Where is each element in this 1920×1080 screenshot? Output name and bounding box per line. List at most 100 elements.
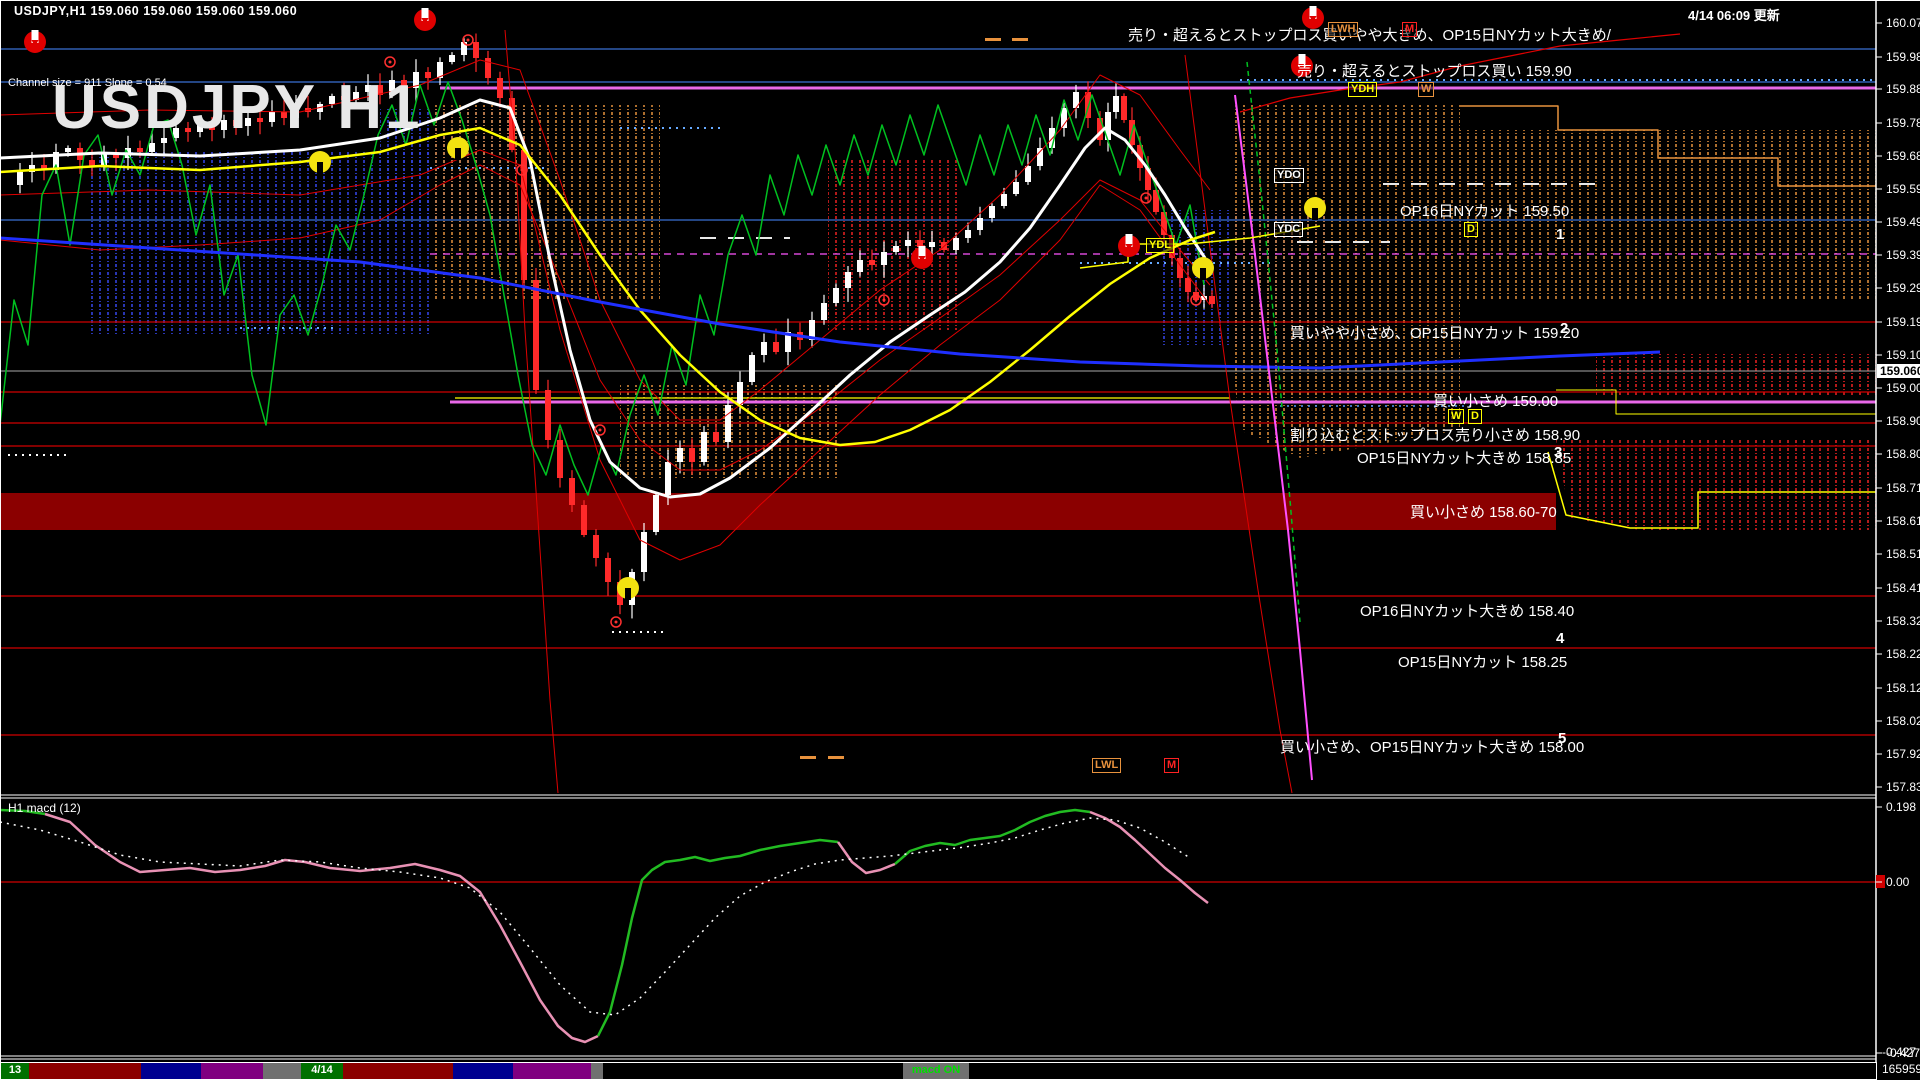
candle-bear	[1209, 296, 1215, 304]
candle-bear	[89, 160, 95, 166]
axis-tick-label: 159.295	[1886, 282, 1920, 294]
candle-bull	[845, 272, 851, 288]
candle-bull	[857, 260, 863, 272]
axis-tick-label: 160.075	[1886, 17, 1920, 29]
axis-tick-label: 159.490	[1886, 216, 1920, 228]
price-level-annotation: 買いやや小さめ、OP15日NYカット 159.20	[1290, 322, 1579, 343]
cloud-orange	[1230, 105, 1460, 458]
candle-bear	[917, 240, 923, 247]
axis-tick-label: 158.220	[1886, 648, 1920, 660]
axis-tick-label: 158.515	[1886, 548, 1920, 560]
axis-tick-label: 159.395	[1886, 249, 1920, 261]
candle-bull	[1037, 148, 1043, 166]
entry-ring-icon	[595, 425, 605, 435]
candle-bull	[725, 405, 731, 442]
candle-bear	[425, 72, 431, 78]
price-level-annotation: 買い小さめ 159.00	[1433, 390, 1558, 411]
macd-panel	[0, 810, 1208, 1042]
axis-tick-label: 158.415	[1886, 582, 1920, 594]
main-chart-canvas[interactable]	[0, 0, 1920, 1080]
level-tag-m: M	[1402, 22, 1417, 37]
level-tag-d: D	[1464, 222, 1478, 237]
strip-segment	[513, 1063, 591, 1079]
level-tag-ydh: YDH	[1348, 82, 1377, 97]
candle-bear	[605, 558, 611, 582]
price-zone-band	[0, 493, 1556, 530]
candle-bull	[833, 288, 839, 303]
level-tag-lwl: LWL	[1092, 758, 1121, 773]
trading-chart-window: USDJPY,H1 159.060 159.060 159.060 159.06…	[0, 0, 1920, 1080]
waypoint-number: 3	[1554, 444, 1562, 461]
macd-line-segment	[598, 840, 838, 1036]
candle-bear	[137, 148, 143, 152]
chart-watermark: USDJPY H1	[52, 72, 422, 143]
macd-line-segment	[1090, 812, 1208, 903]
sell-arrow-icon	[24, 30, 46, 53]
macd-line-segment	[45, 814, 598, 1042]
axis-tick-label: 158.125	[1886, 682, 1920, 694]
cloud-orange	[430, 105, 660, 300]
strip-segment	[453, 1063, 513, 1079]
candle-bear	[593, 535, 599, 558]
candle-bear	[545, 390, 551, 440]
axis-tick-label: 158.320	[1886, 615, 1920, 627]
candle-bull	[761, 342, 767, 355]
orange-dash-icon	[828, 756, 844, 759]
strip-segment-macd ON[interactable]: macd ON	[903, 1063, 969, 1079]
sell-arrow-icon	[1118, 234, 1140, 257]
candle-bull	[893, 246, 899, 252]
cloud-red	[1596, 354, 1876, 396]
price-level-annotation: OP15日NYカット大きめ 158.85	[1357, 447, 1571, 468]
waypoint-number: 4	[1556, 630, 1564, 647]
strip-segment	[141, 1063, 201, 1079]
axis-tick-label: 158.025	[1886, 715, 1920, 727]
candle-bear	[1121, 96, 1127, 120]
candle-bull	[449, 55, 455, 62]
candle-bear	[581, 505, 587, 535]
macd-line-segment	[838, 842, 895, 873]
macd-indicator-label: H1 macd (12)	[8, 801, 81, 815]
candle-bull	[1113, 96, 1119, 112]
axis-tick-label: 158.805	[1886, 448, 1920, 460]
candle-bull	[1013, 182, 1019, 194]
axis-tick-label: 159.590	[1886, 183, 1920, 195]
price-level-annotation: 売り・超えるとストップロス買い 159.90	[1297, 60, 1572, 81]
strip-segment	[263, 1063, 301, 1079]
level-tag-ydo: YDO	[1274, 168, 1304, 183]
strip-segment	[591, 1063, 603, 1079]
price-level-annotation: 割り込むとストップロス売り小さめ 158.90	[1290, 424, 1580, 445]
candle-bull	[953, 238, 959, 250]
axis-tick-label: 158.710	[1886, 482, 1920, 494]
symbol-ohlc-readout: USDJPY,H1 159.060 159.060 159.060 159.06…	[14, 4, 297, 18]
level-tag-m: M	[1164, 758, 1179, 773]
price-level-annotation: 買い小さめ、OP15日NYカット大きめ 158.00	[1280, 736, 1584, 757]
candle-bear	[497, 78, 503, 98]
axis-tick-label: 157.925	[1886, 748, 1920, 760]
candle-bear	[1185, 278, 1191, 292]
axis-tick-label: 157.830	[1886, 781, 1920, 793]
waypoint-number: 1	[1556, 226, 1564, 243]
candle-bear	[473, 42, 479, 58]
orange-dash-icon	[800, 756, 816, 759]
strip-segment-13: 13	[1, 1063, 29, 1079]
candle-bull	[977, 218, 983, 230]
last-update-time: 4/14 06:09 更新	[1688, 5, 1780, 24]
orange-dash-icon	[1012, 38, 1028, 41]
current-price-label: 159.060	[1877, 364, 1920, 378]
axis-tick-label: 159.195	[1886, 316, 1920, 328]
entry-ring-icon	[1141, 193, 1151, 203]
period-color-strip: 134/14macd ON	[0, 1062, 1877, 1080]
candle-bull	[665, 462, 671, 495]
candle-bull	[65, 148, 71, 152]
level-tag-w: W	[1448, 409, 1464, 424]
candle-bull	[929, 242, 935, 247]
candle-bull	[701, 432, 707, 462]
candle-bull	[677, 448, 683, 462]
candle-bull	[749, 355, 755, 382]
axis-tick-label: 159.685	[1886, 150, 1920, 162]
price-level-annotation: OP16日NYカット大きめ 158.40	[1360, 600, 1574, 621]
candle-bear	[713, 432, 719, 442]
candle-bull	[1001, 194, 1007, 206]
waypoint-number: 2	[1560, 320, 1568, 337]
axis-tick-label: 0.00	[1886, 876, 1909, 888]
